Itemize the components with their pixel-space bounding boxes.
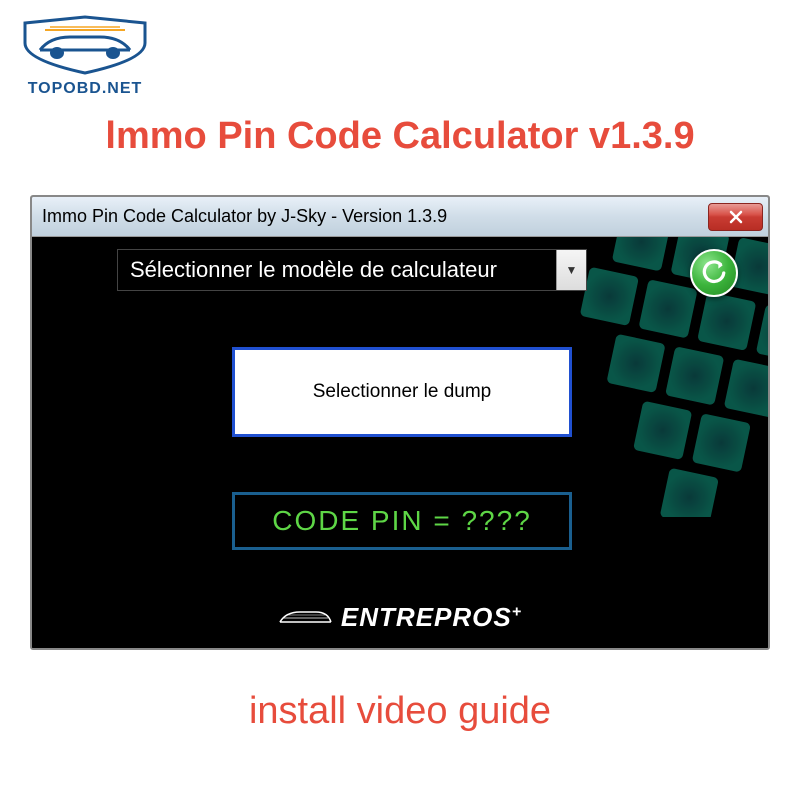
pin-code-display: CODE PIN = ???? [232,492,572,550]
refresh-button[interactable] [690,249,738,297]
chevron-down-icon: ▼ [556,250,586,290]
window-body: Sélectionner le modèle de calculateur ▼ … [32,237,768,648]
refresh-icon [701,260,727,286]
close-icon [729,210,743,224]
model-selector-dropdown[interactable]: Sélectionner le modèle de calculateur ▼ [117,249,587,291]
brand-suffix: + [512,603,522,620]
app-window: Immo Pin Code Calculator by J-Sky - Vers… [30,195,770,650]
close-button[interactable] [708,203,763,231]
install-guide-text: install video guide [249,690,551,733]
dropdown-placeholder: Sélectionner le modèle de calculateur [118,257,556,283]
window-titlebar[interactable]: Immo Pin Code Calculator by J-Sky - Vers… [32,197,768,237]
car-shield-icon [15,15,155,80]
topobd-logo: TOPOBD.NET [15,15,155,95]
pin-code-value: CODE PIN = ???? [272,505,532,537]
entrepros-brand: ENTREPROS+ [278,602,522,633]
window-title: Immo Pin Code Calculator by J-Sky - Vers… [42,206,447,227]
brand-text: ENTREPROS [341,602,512,632]
car-icon [278,608,333,628]
dump-button-label: Selectionner le dump [313,381,492,403]
logo-text: TOPOBD.NET [15,80,155,98]
page-title: lmmo Pin Code Calculator v1.3.9 [105,115,694,158]
select-dump-button[interactable]: Selectionner le dump [232,347,572,437]
